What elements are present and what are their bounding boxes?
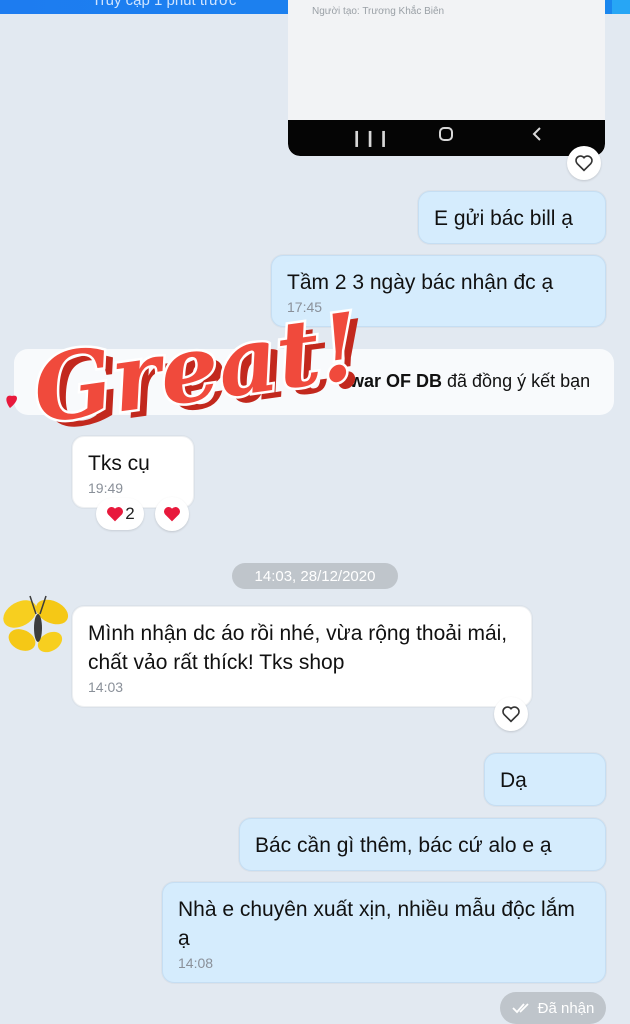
message-time: 17:45 [287,299,323,315]
screenshot-caption: Người tạo: Trương Khắc Biên [312,6,445,17]
delivery-status-text: Đã nhận [537,999,595,1017]
phone-nav-bar: ❙❙❙ [288,120,605,156]
friend-notice-suffix: đã đồng ý kết bạn [442,371,591,391]
reaction-count: 2 [125,504,135,523]
message-text: Nhà e chuyên xuất xịn, nhiều mẫu độc lắm… [178,898,575,950]
date-separator: 14:03, 28/12/2020 [232,563,398,589]
recent-apps-icon: ❙❙❙ [350,130,391,147]
heart-filled-icon [164,507,180,522]
message-bubble-sent[interactable]: Nhà e chuyên xuất xịn, nhiều mẫu độc lắm… [162,882,606,983]
top-bar-edge [612,0,630,14]
back-icon [530,125,544,148]
message-text: Tks cụ [88,452,150,475]
message-time: 19:49 [88,480,124,496]
message-text: Dạ [500,769,527,792]
react-heart-button[interactable] [494,697,528,731]
heart-filled-icon [107,507,124,522]
reaction-count-pill[interactable]: 2 [96,498,144,530]
friend-name: war OF DB [350,371,443,391]
react-heart-button[interactable] [567,146,601,180]
message-text: E gửi bác bill ạ [434,207,573,230]
message-time: 14:03 [88,679,124,695]
heart-outline-icon [575,155,593,172]
message-bubble-sent[interactable]: E gửi bác bill ạ [418,191,606,244]
home-icon [438,126,454,147]
butterfly-avatar[interactable] [0,584,76,664]
message-bubble-sent[interactable]: Bác cần gì thêm, bác cứ alo e ạ [239,818,606,871]
message-bubble-sent[interactable]: Dạ [484,753,606,806]
react-heart-button[interactable] [155,497,189,531]
message-text: Mình nhận dc áo rồi nhé, vừa rộng thoải … [88,622,508,674]
friend-notice-text: war OF DB đã đồng ý kết bạn [350,371,590,392]
message-text: Bác cần gì thêm, bác cứ alo e ạ [255,834,552,857]
message-bubble-sent[interactable]: Tầm 2 3 ngày bác nhận đc ạ 17:45 [271,255,606,327]
message-text: Tầm 2 3 ngày bác nhận đc ạ [287,271,554,294]
delivery-status-badge: Đã nhận [500,992,606,1024]
message-bubble-received[interactable]: Mình nhận dc áo rồi nhé, vừa rộng thoải … [72,606,532,707]
message-time: 14:08 [178,955,214,971]
friend-accepted-notice: war OF DB đã đồng ý kết bạn [14,349,614,415]
last-seen-text: Truy cập 1 phút trước [92,0,237,9]
double-check-icon [512,1003,529,1014]
screenshot-image-message[interactable]: Người tạo: Trương Khắc Biên ❙❙❙ [288,0,605,156]
heart-outline-icon [502,706,520,723]
